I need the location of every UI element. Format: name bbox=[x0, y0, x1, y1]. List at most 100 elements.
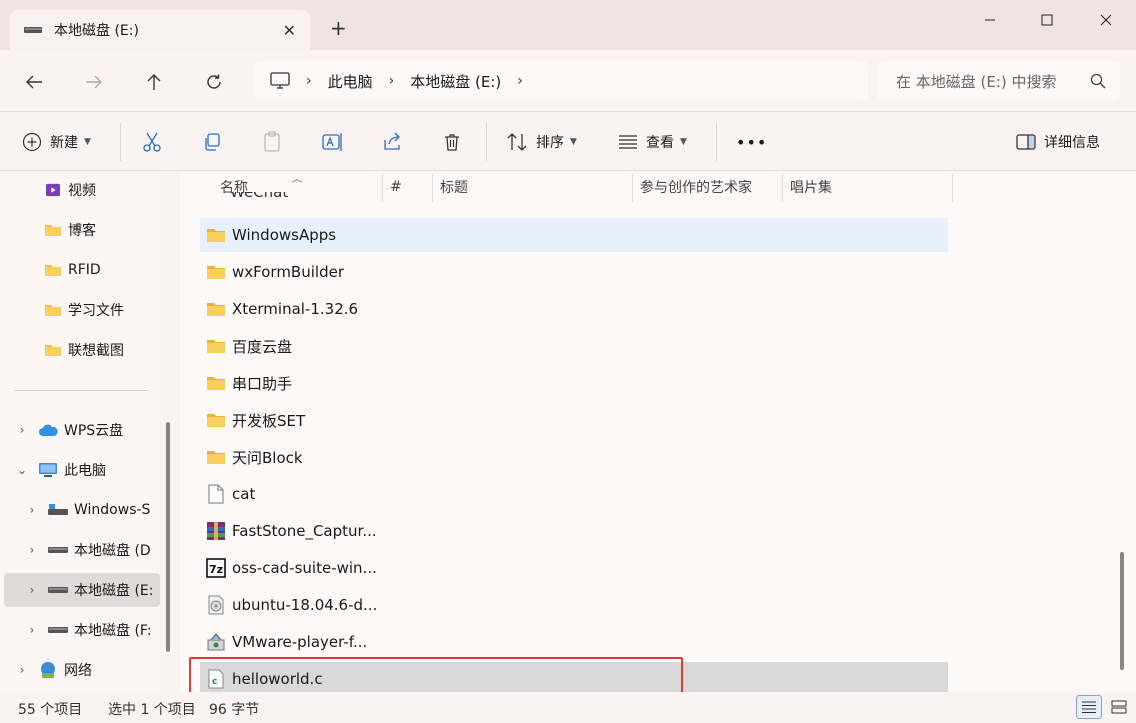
list-item-devboard-set[interactable]: 开发板SET bbox=[200, 403, 948, 437]
sidebar-item-study-files[interactable]: 学习文件 bbox=[44, 293, 200, 327]
list-item-baidu-cloud[interactable]: 百度云盘 bbox=[200, 329, 948, 363]
chevron-down-icon[interactable]: ⌄ bbox=[16, 463, 28, 477]
sidebar-item-label: Windows-S bbox=[74, 502, 151, 518]
file-name: Xterminal-1.32.6 bbox=[232, 300, 359, 318]
column-divider[interactable] bbox=[632, 174, 633, 202]
file-name: WindowsApps bbox=[232, 226, 337, 244]
list-view-icon bbox=[619, 135, 637, 149]
details-pane-button[interactable]: 详细信息 bbox=[1016, 129, 1100, 155]
sidebar-item-this-pc[interactable]: ⌄ 此电脑 bbox=[16, 453, 172, 487]
chevron-right-icon[interactable]: › bbox=[26, 583, 38, 597]
sort-button[interactable]: 排序 ▼ bbox=[506, 129, 577, 155]
plus-circle-icon bbox=[22, 132, 42, 152]
list-item-tianwen-block[interactable]: 天问Block bbox=[200, 440, 948, 474]
sidebar-item-blog[interactable]: 博客 bbox=[44, 213, 200, 247]
close-window-button[interactable] bbox=[1083, 8, 1129, 32]
new-label: 新建 bbox=[50, 135, 78, 151]
list-item-faststone[interactable]: FastStone_Captur... bbox=[200, 514, 948, 548]
list-item-xterminal[interactable]: Xterminal-1.32.6 bbox=[200, 292, 948, 326]
maximize-button[interactable] bbox=[1024, 8, 1070, 32]
view-button[interactable]: 查看 ▼ bbox=[618, 129, 687, 155]
arrow-right-icon bbox=[86, 75, 102, 89]
tiles-view-button[interactable] bbox=[1106, 695, 1132, 719]
forward-button[interactable] bbox=[80, 68, 108, 96]
file-name: wxFormBuilder bbox=[232, 263, 344, 281]
sidebar-item-label: 视频 bbox=[68, 183, 96, 199]
address-bar[interactable]: › 此电脑 › 本地磁盘 (E:) › bbox=[254, 61, 868, 101]
view-label: 查看 bbox=[646, 135, 674, 151]
search-box[interactable]: 在 本地磁盘 (E:) 中搜索 bbox=[878, 61, 1120, 101]
new-button[interactable]: 新建 ▼ bbox=[22, 129, 91, 155]
file-name: VMware-player-f... bbox=[232, 633, 368, 651]
sidebar-item-videos[interactable]: 视频 bbox=[44, 173, 200, 207]
chevron-right-icon[interactable]: › bbox=[16, 423, 28, 437]
column-header-artists[interactable]: 参与创作的艺术家 bbox=[640, 172, 752, 202]
sidebar-item-drive-e[interactable]: › 本地磁盘 (E: bbox=[4, 573, 160, 607]
more-options-button[interactable]: ••• bbox=[736, 129, 767, 155]
list-item-wxformbuilder[interactable]: wxFormBuilder bbox=[200, 255, 948, 289]
breadcrumb-this-pc[interactable]: 此电脑 bbox=[328, 71, 373, 92]
more-icon: ••• bbox=[736, 132, 768, 152]
disc-image-icon bbox=[206, 595, 226, 615]
sidebar-scrollbar[interactable] bbox=[166, 422, 170, 652]
chevron-right-icon[interactable]: › bbox=[389, 73, 395, 89]
list-item-cat[interactable]: cat bbox=[200, 477, 948, 511]
list-item-ubuntu-iso[interactable]: ubuntu-18.04.6-d... bbox=[200, 588, 948, 622]
status-bar: 55 个项目 选中 1 个项目 96 字节 bbox=[0, 692, 1136, 723]
chevron-right-icon[interactable]: › bbox=[306, 73, 312, 89]
item-count: 55 个项目 bbox=[18, 702, 83, 718]
list-item-oss-cad-suite[interactable]: 7z oss-cad-suite-win... bbox=[200, 551, 948, 585]
column-divider[interactable] bbox=[952, 174, 953, 202]
column-divider[interactable] bbox=[432, 174, 433, 202]
column-header-title[interactable]: 标题 bbox=[440, 172, 468, 202]
details-view-button[interactable] bbox=[1076, 695, 1102, 719]
column-divider[interactable] bbox=[382, 174, 383, 202]
cut-button[interactable] bbox=[142, 129, 162, 155]
sidebar-item-drive-d[interactable]: › 本地磁盘 (D bbox=[26, 533, 182, 567]
tab-close-icon[interactable]: ✕ bbox=[283, 21, 296, 40]
share-button[interactable] bbox=[382, 129, 402, 155]
selection-size: 96 字节 bbox=[209, 702, 260, 718]
column-header-number[interactable]: # bbox=[390, 172, 402, 202]
file-name: cat bbox=[232, 485, 256, 503]
file-list-scrollbar[interactable] bbox=[1120, 552, 1124, 670]
chevron-right-icon[interactable]: › bbox=[26, 623, 38, 637]
minimize-button[interactable] bbox=[967, 8, 1013, 32]
active-tab[interactable]: 本地磁盘 (E:) ✕ bbox=[10, 10, 310, 50]
rename-button[interactable] bbox=[322, 129, 344, 155]
back-button[interactable] bbox=[20, 68, 48, 96]
arrow-left-icon bbox=[26, 75, 42, 89]
sidebar-item-wps-cloud[interactable]: › WPS云盘 bbox=[16, 413, 172, 447]
chevron-down-icon: ▼ bbox=[84, 137, 91, 147]
chevron-right-icon[interactable]: › bbox=[26, 503, 38, 517]
sidebar-item-windows-ssd[interactable]: › Windows-S bbox=[26, 493, 182, 527]
list-item-vmware-player[interactable]: VMware-player-f... bbox=[200, 625, 948, 659]
refresh-button[interactable] bbox=[200, 68, 228, 96]
list-item-windowsapps[interactable]: WindowsApps bbox=[200, 218, 948, 252]
file-list: ︿ 名称 # 标题 参与创作的艺术家 唱片集 WeChat WindowsApp… bbox=[180, 172, 1136, 692]
delete-button[interactable] bbox=[442, 129, 462, 155]
breadcrumb-drive-e[interactable]: 本地磁盘 (E:) bbox=[410, 71, 501, 92]
chevron-right-icon[interactable]: › bbox=[26, 543, 38, 557]
sidebar-item-drive-f[interactable]: › 本地磁盘 (F: bbox=[26, 613, 182, 647]
drive-icon bbox=[48, 547, 68, 553]
search-icon bbox=[1090, 73, 1106, 89]
sort-label: 排序 bbox=[536, 135, 564, 151]
file-icon bbox=[206, 484, 226, 504]
paste-button[interactable] bbox=[262, 129, 282, 155]
folder-icon bbox=[206, 299, 226, 319]
sidebar-item-lenovo-screenshots[interactable]: 联想截图 bbox=[44, 333, 200, 367]
chevron-right-icon[interactable]: › bbox=[517, 73, 523, 89]
list-item-serial-assistant[interactable]: 串口助手 bbox=[200, 366, 948, 400]
up-button[interactable] bbox=[140, 68, 168, 96]
details-pane-icon bbox=[1016, 134, 1036, 150]
details-label: 详细信息 bbox=[1044, 135, 1100, 151]
column-header-album[interactable]: 唱片集 bbox=[790, 172, 832, 202]
column-divider[interactable] bbox=[782, 174, 783, 202]
copy-button[interactable] bbox=[202, 129, 222, 155]
sort-icon bbox=[507, 133, 527, 151]
chevron-right-icon[interactable]: › bbox=[16, 663, 28, 677]
new-tab-button[interactable]: + bbox=[330, 18, 347, 38]
sidebar-item-network[interactable]: › 网络 bbox=[16, 653, 172, 687]
sidebar-item-rfid[interactable]: RFID bbox=[44, 253, 200, 287]
